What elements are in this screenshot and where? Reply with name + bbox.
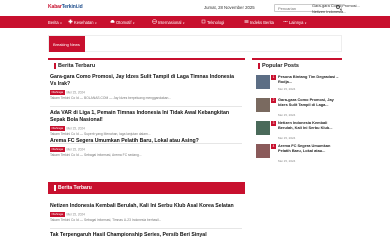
chip-icon: [201, 19, 206, 23]
article-meta: Olahraga Mei 15, 2024: [50, 146, 240, 152]
latest-section-top: [48, 58, 245, 60]
breaking-news-bar: Breaking News: [48, 35, 342, 52]
popular-title[interactable]: Netizen Indonesia Kembali Berulah, Kali …: [278, 120, 342, 131]
popular-thumbnail[interactable]: [256, 121, 270, 135]
article-title[interactable]: Netizen Indonesia Kembali Berulah, Kali …: [50, 203, 240, 210]
popular-thumbnail[interactable]: [256, 75, 270, 89]
nav-item-label: Teknologi: [207, 19, 225, 25]
breaking-ticker-item[interactable]: Netizen Indonesia...: [312, 9, 346, 14]
category-badge[interactable]: Olahraga: [50, 211, 65, 217]
article-date: Mei 15, 2024: [66, 90, 85, 94]
popular-thumbnail[interactable]: [256, 144, 270, 158]
article-item[interactable]: Arema FC Segera Umumkan Pelatih Baru, Lo…: [50, 138, 240, 157]
nav-item-label: Berita: [48, 19, 59, 25]
popular-date: Mei 15, 2024: [278, 87, 296, 91]
nav-item-indeks-berita[interactable]: Indeks Berita: [250, 20, 274, 25]
article-divider: [50, 106, 242, 107]
main-nav: Berita▼ Kesehatan▼ Otomotif▼ Internasion…: [0, 16, 390, 28]
popular-thumbnail[interactable]: [256, 98, 270, 112]
article-date: Mei 15, 2024: [66, 126, 85, 130]
list-icon: [244, 19, 249, 23]
logo-text-blue: Terkini.id: [61, 4, 83, 10]
section-title-popular: Popular Posts: [258, 63, 299, 69]
nav-item-teknologi[interactable]: Teknologi: [207, 20, 224, 25]
chevron-down-icon: ▼: [94, 21, 98, 25]
article-meta: Olahraga Mei 15, 2024: [50, 211, 240, 217]
car-icon: [110, 19, 115, 23]
site-logo[interactable]: KabarTerkini.id: [48, 4, 83, 10]
breaking-ticker-item[interactable]: Gara-gara Como Promosi...: [312, 3, 360, 8]
nav-item-internasional[interactable]: Internasional▼: [158, 20, 185, 25]
chevron-down-icon: ▼: [132, 21, 135, 25]
article-item[interactable]: Netizen Indonesia Kembali Berulah, Kali …: [50, 203, 240, 222]
category-badge[interactable]: Olahraga: [50, 125, 65, 131]
popular-rank: 1: [271, 75, 276, 80]
article-title[interactable]: Tak Terpengaruh Hasil Championship Serie…: [50, 232, 240, 239]
nav-item-lainnya[interactable]: Lainnya▼: [289, 20, 307, 25]
popular-date: Mei 15, 2024: [278, 136, 296, 140]
logo-text-red: Kabar: [48, 4, 62, 10]
popular-item[interactable]: 2 Gara-gara Como Promosi, Jay Idzes Suli…: [256, 97, 342, 118]
category-badge[interactable]: Olahraga: [50, 146, 65, 152]
popular-title[interactable]: Arema FC Segera Umumkan Pelatih Baru, Lo…: [278, 143, 342, 154]
article-item[interactable]: Ada VAR di Liga 1, Pemain Timnas Indones…: [50, 110, 240, 136]
article-date: Mei 15, 2024: [66, 212, 85, 216]
chevron-down-icon: ▼: [182, 21, 185, 25]
article-excerpt: Takam Terkini Co Id — Sebagai informasi,…: [50, 153, 142, 157]
category-badge[interactable]: Olahraga: [50, 89, 65, 95]
article-excerpt: Takam Terkini Co Id — Sebagai informasi,…: [50, 218, 162, 222]
health-icon: [68, 19, 73, 24]
popular-date: Mei 15, 2024: [278, 113, 296, 117]
nav-item-kesehatan[interactable]: Kesehatan▼: [74, 20, 97, 25]
popular-rank: 2: [271, 98, 276, 103]
nav-item-otomotif[interactable]: Otomotif▼: [116, 20, 135, 25]
current-date: Jumat, 28 November 2025: [204, 5, 255, 10]
chevron-down-icon: ▼: [59, 21, 63, 25]
popular-section-top: [252, 58, 342, 60]
article-divider: [50, 228, 242, 229]
chevron-down-icon: ▼: [304, 21, 307, 25]
popular-item[interactable]: 1 Pesona Bintang Tim Degradasi – Rodja..…: [256, 74, 342, 95]
nav-item-label: Lainnya: [289, 19, 304, 25]
article-excerpt: Takam Terkini Co Id — BOLANAS.COM — Jay …: [50, 96, 172, 100]
article-item[interactable]: Gara-gara Como Promosi, Jay Idzes Sulit …: [50, 74, 240, 100]
section-title-latest-2: Berita Terbaru: [54, 185, 92, 191]
popular-title[interactable]: Pesona Bintang Tim Degradasi – Rodja...: [278, 74, 342, 85]
popular-date: Mei 15, 2024: [278, 159, 296, 163]
menu-icon: [283, 20, 288, 22]
article-meta: Olahraga Mei 15, 2024: [50, 89, 240, 95]
breaking-news-label: Breaking News: [49, 36, 85, 52]
popular-rank: 3: [271, 121, 276, 126]
nav-item-label: Internasional: [158, 19, 182, 25]
article-excerpt: Takam Terkini Co Id — Superb yang Menaha…: [50, 132, 151, 136]
article-title[interactable]: Ada VAR di Liga 1, Pemain Timnas Indones…: [50, 110, 240, 124]
article-item[interactable]: Tak Terpengaruh Hasil Championship Serie…: [50, 232, 240, 239]
nav-item-label: Kesehatan: [74, 19, 94, 25]
nav-item-label: Indeks Berita: [250, 19, 274, 25]
nav-item-berita[interactable]: Berita▼: [48, 20, 62, 25]
popular-rank: 4: [271, 144, 276, 149]
article-date: Mei 15, 2024: [66, 147, 85, 151]
article-title[interactable]: Arema FC Segera Umumkan Pelatih Baru, Lo…: [50, 138, 240, 145]
nav-item-label: Otomotif: [116, 19, 132, 25]
article-meta: Olahraga Mei 15, 2024: [50, 125, 240, 131]
section-title-latest: Berita Terbaru: [53, 63, 96, 69]
popular-item[interactable]: 4 Arema FC Segera Umumkan Pelatih Baru, …: [256, 143, 342, 164]
article-title[interactable]: Gara-gara Como Promosi, Jay Idzes Sulit …: [50, 74, 240, 88]
popular-title[interactable]: Gara-gara Como Promosi, Jay Idzes Sulit …: [278, 97, 342, 108]
globe-icon: [152, 18, 157, 24]
popular-item[interactable]: 3 Netizen Indonesia Kembali Berulah, Kal…: [256, 120, 342, 141]
